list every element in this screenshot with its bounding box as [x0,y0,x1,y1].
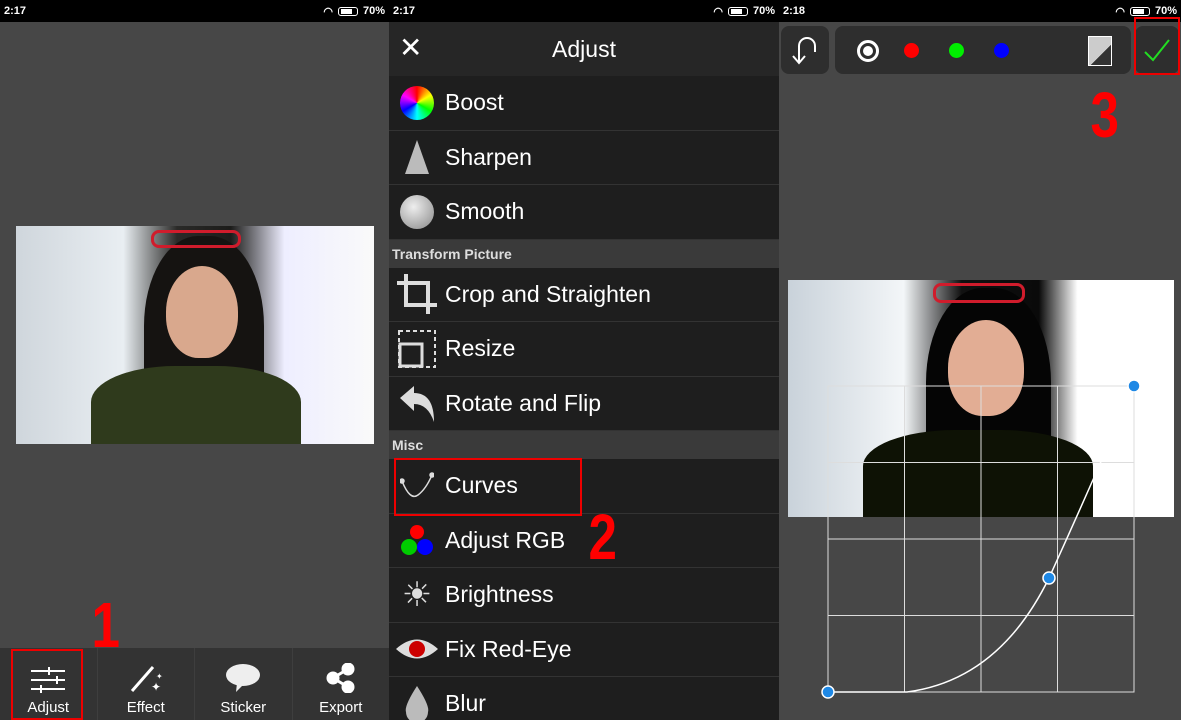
sticker-button[interactable]: Sticker [195,648,293,720]
status-bar: 2:17 ◠ 70% [0,0,389,22]
section-header: Misc [389,431,779,459]
rgb-dots-icon [389,524,445,556]
editor-screen: 2:17 ◠ 70% Adjust ✦ ✦ Effect Sticker Export … [0,0,389,720]
svg-text:✦: ✦ [156,672,163,681]
status-time: 2:17 [4,5,27,17]
item-label: Brightness [445,581,554,608]
item-label: Crop and Straighten [445,280,651,307]
menu-item-resize[interactable]: Resize [389,322,779,377]
battery-level: 70% [362,5,385,17]
item-label: Smooth [445,198,525,225]
item-label: Blur [445,690,486,717]
battery-icon [727,6,748,16]
sphere-icon [389,194,445,229]
menu-item-sharpen[interactable]: Sharpen [389,130,779,185]
sun-icon: ☀ [401,575,433,614]
menu-item-boost[interactable]: Boost [389,76,779,131]
droplet-icon [389,685,445,720]
rotate-arrow-icon [389,384,445,423]
resize-icon [389,329,445,368]
menu-item-brightness[interactable]: ☀ Brightness [389,568,779,623]
highlight-box [394,458,582,516]
battery-icon [337,6,358,16]
curve-point[interactable] [1042,571,1056,585]
share-icon [326,663,355,693]
item-label: Rotate and Flip [445,389,601,416]
wifi-icon: ◠ [713,5,723,18]
section-header: Transform Picture [389,239,779,268]
speech-bubble-icon [226,664,261,692]
battery-level: 70% [752,5,775,17]
export-label: Export [319,699,363,716]
menu-item-crop[interactable]: Crop and Straighten [389,267,779,322]
menu-item-adjust-rgb[interactable]: Adjust RGB [389,513,779,568]
page-title: Adjust [552,35,616,62]
step-number: 2 [588,501,618,573]
svg-text:✦: ✦ [151,680,161,693]
curve-point[interactable] [821,685,835,699]
crop-icon [389,274,445,315]
highlight-box [11,649,83,720]
item-label: Boost [445,89,504,116]
menu-item-blur[interactable]: Blur [389,677,779,720]
sticker-label: Sticker [220,699,267,716]
adjust-list: Boost Sharpen Smooth Transform Picture C… [389,76,779,720]
curves-screen: 2:18 ◠ 70% 3 [779,0,1181,720]
item-label: Sharpen [445,143,532,170]
status-bar: 2:17 ◠ 70% [389,0,779,22]
curve-grid [827,385,1135,693]
cone-icon [389,140,445,175]
item-label: Fix Red-Eye [445,635,572,662]
status-time: 2:17 [393,5,416,17]
adjust-header: ✕ Adjust [389,22,779,76]
magic-wand-icon: ✦✦ [130,666,163,693]
curve-point[interactable] [1127,379,1141,393]
menu-item-rotate[interactable]: Rotate and Flip [389,376,779,431]
curves-editor[interactable] [779,0,1181,720]
effect-label: Effect [126,699,165,716]
item-label: Resize [445,335,516,362]
color-wheel-icon [389,85,445,120]
adjust-menu-screen: 2:17 ◠ 70% ✕ Adjust Boost Sharpen Smooth Tr… [389,0,779,720]
export-button[interactable]: Export [293,648,390,720]
wifi-icon: ◠ [323,5,333,18]
item-label: Adjust RGB [445,526,566,553]
close-icon[interactable]: ✕ [399,34,422,62]
menu-item-smooth[interactable]: Smooth [389,185,779,240]
eye-icon [389,636,445,662]
menu-item-fix-red-eye[interactable]: Fix Red-Eye [389,622,779,677]
step-number: 1 [91,589,121,661]
photo-preview [16,226,374,444]
